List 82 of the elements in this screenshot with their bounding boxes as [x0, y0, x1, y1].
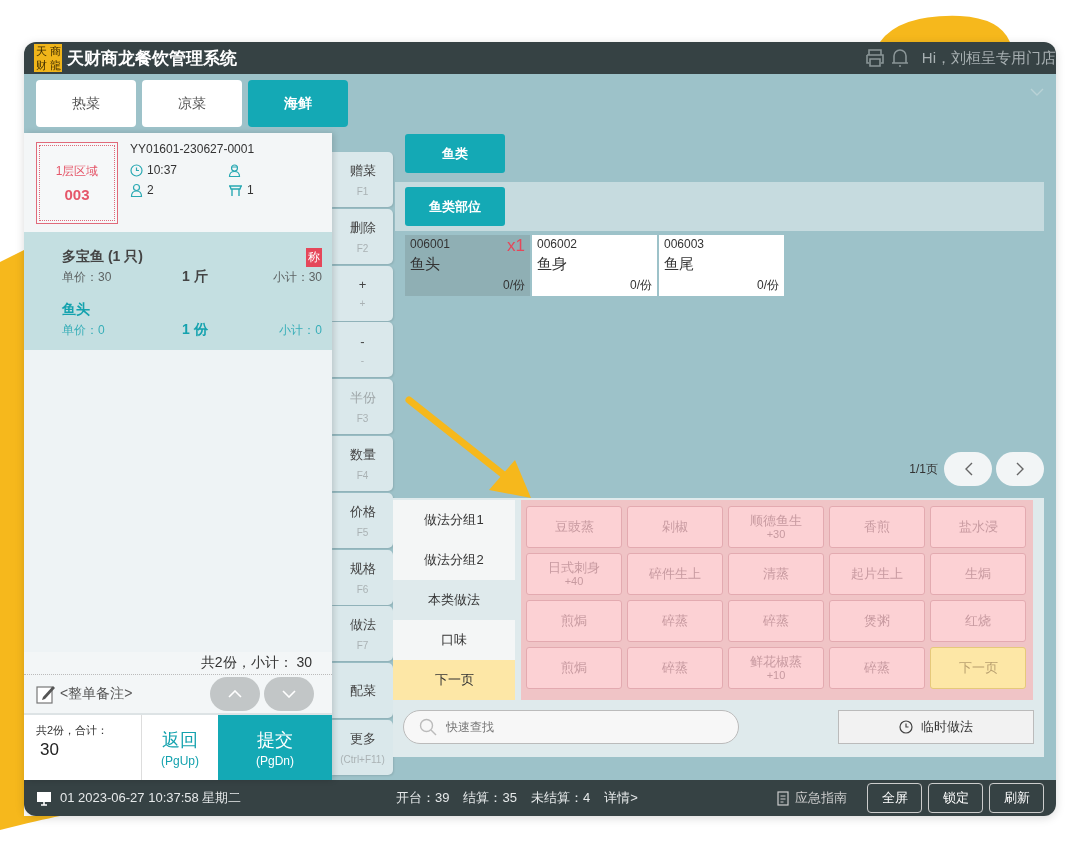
- table-card[interactable]: 1层区域 003: [36, 142, 118, 224]
- temporary-method-button[interactable]: 临时做法: [838, 710, 1034, 744]
- quantity: 1 份: [182, 321, 209, 339]
- area-label: 1层区域: [55, 163, 99, 180]
- dish-code: 006002: [537, 237, 578, 251]
- chevron-right-icon: [1015, 462, 1025, 476]
- order-number: YY01601-230627-0001: [130, 142, 256, 156]
- table-stat: 结算：35: [463, 789, 517, 807]
- dish-name: 鱼尾: [664, 255, 695, 274]
- next-page-button[interactable]: [996, 452, 1044, 486]
- order-summary: 共2份，小计： 30: [200, 654, 312, 672]
- category-tab[interactable]: 热菜: [36, 80, 136, 127]
- waiter-icon: [228, 163, 241, 177]
- weigh-badge: 称: [306, 247, 322, 267]
- clock-icon: [130, 163, 143, 177]
- status-bar-button[interactable]: 刷新: [989, 783, 1044, 813]
- page-indicator: 1/1页: [909, 460, 938, 478]
- order-line[interactable]: 多宝鱼 (1 只) 称 单价：30 1 斤 小计：30: [24, 244, 332, 297]
- method-group-tab[interactable]: 做法分组2: [393, 540, 515, 580]
- dish-stock: 0/份: [630, 277, 652, 294]
- dish-card[interactable]: 006003 鱼尾 0/份: [659, 235, 784, 296]
- total-label: 共2份，合计：: [36, 723, 110, 738]
- dish-count: x1: [507, 237, 525, 255]
- details-link[interactable]: 详情>: [604, 789, 638, 807]
- emergency-guide-link[interactable]: 应急指南: [795, 789, 847, 807]
- category-button[interactable]: 鱼类: [405, 134, 505, 173]
- chevron-down-icon[interactable]: [1030, 88, 1044, 96]
- monitor-icon: [36, 790, 52, 806]
- dish-code: 006003: [664, 237, 705, 251]
- function-button[interactable]: 配菜: [332, 663, 393, 719]
- category-tab[interactable]: 凉菜: [142, 80, 242, 127]
- search-field[interactable]: 快速查找: [403, 710, 739, 744]
- app-title: 天财商龙餐饮管理系统: [67, 47, 237, 70]
- clock-icon: [899, 720, 913, 734]
- order-time: 10:37: [147, 163, 178, 177]
- search-icon: [419, 718, 437, 736]
- edit-icon[interactable]: [36, 684, 56, 704]
- quantity: 1 斤: [182, 268, 209, 286]
- table-number: 003: [64, 186, 90, 203]
- function-button[interactable]: - -: [332, 322, 393, 378]
- submit-button[interactable]: 提交 (PgDn): [218, 715, 332, 780]
- document-icon: [777, 790, 789, 806]
- chevron-left-icon: [963, 462, 973, 476]
- person-icon: [130, 183, 143, 197]
- user-greeting[interactable]: Hi，刘桓呈专用门店: [921, 48, 1056, 68]
- dish-card[interactable]: 006002 鱼身 0/份: [532, 235, 657, 296]
- seat-count: 1: [247, 183, 254, 197]
- dish-card[interactable]: 006001 x1 鱼头 0/份: [405, 235, 530, 296]
- unit-price: 单价：30: [62, 268, 113, 286]
- table-stat: 开台：39: [396, 789, 450, 807]
- dish-name: 多宝鱼 (1 只): [62, 248, 143, 266]
- bell-icon[interactable]: [889, 47, 910, 69]
- dish-stock: 0/份: [757, 277, 779, 294]
- category-tab[interactable]: 海鲜: [248, 80, 348, 127]
- method-group-tab[interactable]: 做法分组1: [393, 500, 515, 540]
- status-bar-button[interactable]: 全屏: [867, 783, 922, 813]
- dish-name: 鱼头: [62, 301, 90, 319]
- chevron-down-icon: [282, 690, 296, 698]
- dish-name: 鱼身: [537, 255, 568, 274]
- app-logo: 天 商 财 龍: [34, 44, 62, 72]
- dish-name: 鱼头: [410, 255, 441, 274]
- line-subtotal: 小计：0: [279, 321, 322, 339]
- stool-icon: [228, 183, 243, 197]
- scroll-down-button[interactable]: [264, 677, 314, 711]
- dish-code: 006001: [410, 237, 451, 251]
- line-subtotal: 小计：30: [272, 268, 322, 286]
- total-amount: 30: [40, 740, 60, 760]
- table-stat: 未结算：4: [530, 789, 591, 807]
- scroll-up-button[interactable]: [210, 677, 260, 711]
- method-group-tab[interactable]: 下一页: [393, 660, 515, 700]
- subcategory-button[interactable]: 鱼类部位: [405, 187, 505, 226]
- printer-icon[interactable]: [863, 48, 886, 68]
- status-bar-button[interactable]: 锁定: [928, 783, 983, 813]
- chevron-up-icon: [228, 690, 242, 698]
- dish-stock: 0/份: [503, 277, 525, 294]
- back-button[interactable]: 返回 (PgUp): [142, 715, 218, 780]
- terminal-datetime: 01 2023-06-27 10:37:58 星期二: [60, 789, 242, 807]
- unit-price: 单价：0: [62, 321, 106, 339]
- method-group-tab[interactable]: 口味: [393, 620, 515, 660]
- guest-count: 2: [147, 183, 154, 197]
- previous-page-button[interactable]: [944, 452, 992, 486]
- function-button[interactable]: + +: [332, 265, 393, 321]
